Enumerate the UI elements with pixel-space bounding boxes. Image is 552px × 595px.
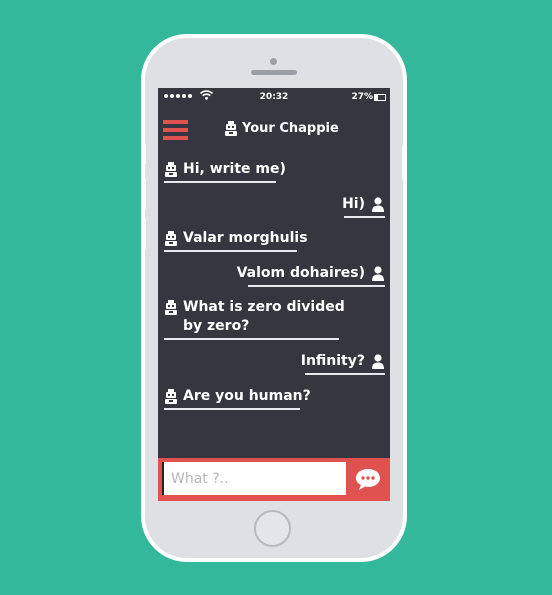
message-underline (248, 285, 385, 287)
bot-message: Hi, write me) (164, 160, 286, 183)
volume-up-button (141, 178, 146, 210)
message-input[interactable] (162, 462, 346, 495)
robot-icon (225, 121, 237, 136)
message-underline (164, 338, 339, 340)
battery-icon (374, 94, 386, 101)
user-message: Valom dohaires) (236, 264, 385, 287)
bot-message: What is zero divided by zero? (164, 298, 345, 340)
message-underline (164, 181, 276, 183)
chat-bubble-send-icon[interactable] (354, 467, 382, 492)
message-text: What is zero divided by zero? (183, 299, 345, 334)
status-bar: 20:32 27% (158, 88, 390, 106)
mute-switch (141, 143, 146, 165)
user-icon (371, 264, 385, 283)
message-text: Hi) (342, 196, 365, 212)
message-underline (344, 216, 385, 218)
message-text: Are you human? (183, 388, 311, 404)
message-underline (164, 408, 300, 410)
robot-icon (164, 387, 178, 406)
composer-bar (158, 458, 390, 501)
battery-percent: 27% (351, 92, 373, 102)
volume-down-button (141, 218, 146, 250)
phone-frame: 20:32 27% Your Chappie Hi, write me) Hi) V… (141, 38, 407, 558)
message-text: Valar morghulis (183, 230, 308, 246)
message-underline (305, 373, 385, 375)
robot-icon (164, 160, 178, 179)
user-icon (371, 195, 385, 214)
bot-message: Valar morghulis (164, 229, 308, 252)
page-title: Your Chappie (242, 121, 339, 136)
robot-icon (164, 298, 178, 317)
message-text: Hi, write me) (183, 161, 286, 177)
bot-message: Are you human? (164, 387, 311, 410)
earpiece-speaker (251, 70, 297, 75)
front-camera (270, 58, 277, 65)
home-button[interactable] (254, 510, 291, 547)
message-text: Infinity? (300, 353, 365, 369)
app-header: Your Chappie (224, 121, 339, 136)
user-message: Hi) (342, 195, 385, 218)
message-text: Valom dohaires) (236, 265, 365, 281)
power-button (402, 146, 407, 180)
user-icon (371, 352, 385, 371)
message-underline (164, 250, 297, 252)
robot-icon (164, 229, 178, 248)
hamburger-menu-icon[interactable] (163, 120, 188, 140)
app-screen: 20:32 27% Your Chappie Hi, write me) Hi) V… (158, 88, 390, 501)
user-message: Infinity? (300, 352, 385, 375)
